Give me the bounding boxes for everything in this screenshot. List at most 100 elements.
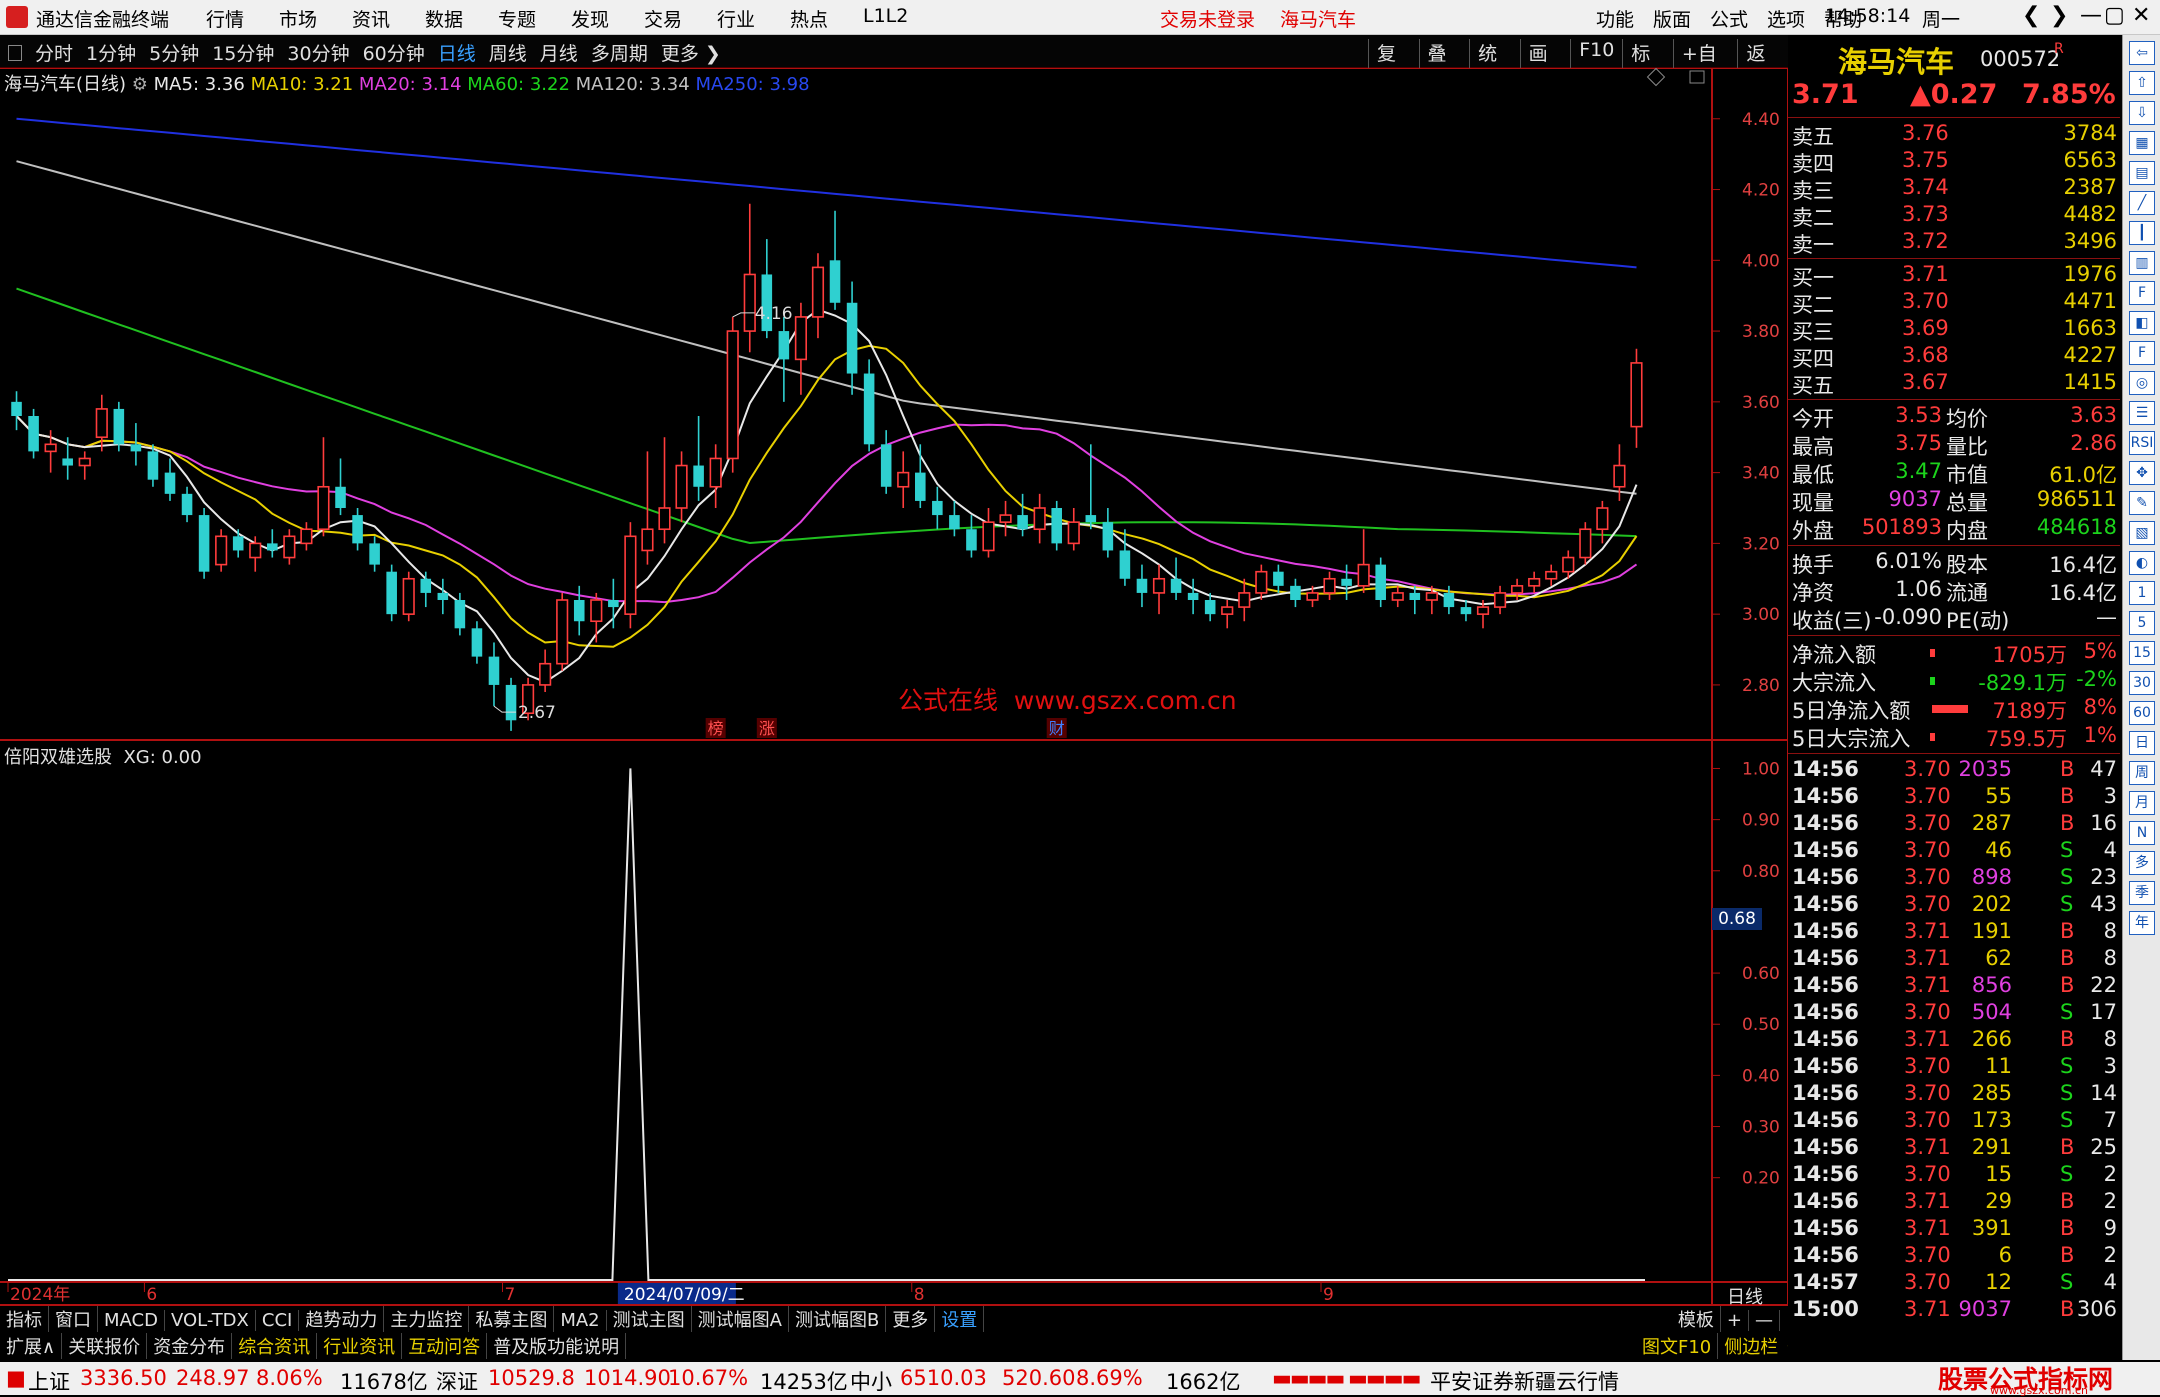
right-menu-0[interactable]: 功能 bbox=[1596, 5, 1653, 32]
side-icon-21[interactable]: 30 bbox=[2129, 671, 2155, 695]
info-tab-5[interactable]: 互动问答 bbox=[402, 1333, 488, 1359]
candle[interactable] bbox=[1579, 522, 1592, 565]
candle[interactable] bbox=[726, 316, 739, 473]
period-tab-7[interactable]: 周线 bbox=[489, 39, 527, 66]
period-tab-9[interactable]: 多周期 bbox=[591, 39, 648, 66]
side-icon-11[interactable]: ◎ bbox=[2129, 371, 2155, 395]
side-icon-28[interactable]: 季 bbox=[2129, 881, 2155, 905]
period-tab-5[interactable]: 60分钟 bbox=[363, 39, 425, 66]
indicator-tab-10[interactable]: 测试幅图A bbox=[692, 1306, 789, 1332]
candle[interactable] bbox=[624, 522, 637, 629]
side-icon-9[interactable]: ◧ bbox=[2129, 311, 2155, 335]
indicator-tab-12[interactable]: 更多 bbox=[886, 1306, 936, 1332]
side-icon-13[interactable]: RSI bbox=[2129, 431, 2155, 455]
side-tab-0[interactable]: 图文F10 bbox=[1636, 1333, 1719, 1359]
side-icon-14[interactable]: ✥ bbox=[2129, 461, 2155, 485]
side-icon-16[interactable]: ▧ bbox=[2129, 521, 2155, 545]
menu-4[interactable]: 专题 bbox=[498, 5, 571, 32]
maximize-icon[interactable]: ▢ bbox=[2104, 3, 2125, 28]
period-tab-3[interactable]: 15分钟 bbox=[212, 39, 274, 66]
info-tab-3[interactable]: 综合资讯 bbox=[232, 1333, 318, 1359]
side-icon-10[interactable]: F bbox=[2129, 341, 2155, 365]
side-icon-23[interactable]: 日 bbox=[2129, 731, 2155, 755]
candle[interactable] bbox=[113, 401, 125, 452]
menu-5[interactable]: 发现 bbox=[571, 5, 644, 32]
menu-8[interactable]: 热点 bbox=[790, 5, 863, 32]
menu-2[interactable]: 资讯 bbox=[352, 5, 425, 32]
indicator-tab-13[interactable]: 设置 bbox=[935, 1306, 985, 1332]
side-icon-22[interactable]: 60 bbox=[2129, 701, 2155, 725]
back-icon[interactable]: ❮ bbox=[2022, 3, 2040, 28]
side-icon-5[interactable]: ╱ bbox=[2129, 191, 2155, 215]
bids-row[interactable]: 买三 3.69 1663 bbox=[1792, 316, 2117, 344]
login-status[interactable]: 交易未登录 bbox=[1160, 5, 1255, 32]
indicator-tab-0[interactable]: 指标 bbox=[0, 1306, 49, 1332]
forward-icon[interactable]: ❯ bbox=[2050, 3, 2068, 28]
menu-7[interactable]: 行业 bbox=[717, 5, 790, 32]
close-icon[interactable]: ✕ bbox=[2132, 3, 2150, 28]
side-icon-7[interactable]: ▥ bbox=[2129, 251, 2155, 275]
indicator-tab-6[interactable]: 主力监控 bbox=[384, 1306, 470, 1332]
side-icon-25[interactable]: 月 bbox=[2129, 791, 2155, 815]
side-icon-3[interactable]: ▦ bbox=[2129, 131, 2155, 155]
candle[interactable] bbox=[402, 571, 415, 622]
bids-row[interactable]: 买二 3.70 4471 bbox=[1792, 289, 2117, 317]
candle[interactable] bbox=[556, 592, 569, 671]
indicator-tab-7[interactable]: 私募主图 bbox=[469, 1306, 555, 1332]
indicator-tab-4[interactable]: CCI bbox=[256, 1310, 300, 1331]
side-icon-29[interactable]: 年 bbox=[2129, 911, 2155, 935]
menu-6[interactable]: 交易 bbox=[644, 5, 717, 32]
period-tab-10[interactable]: 更多 ❯ bbox=[661, 39, 721, 66]
template-tab-0[interactable]: 模板 bbox=[1672, 1306, 1721, 1332]
info-tab-1[interactable]: 关联报价 bbox=[62, 1333, 148, 1359]
menu-0[interactable]: 行情 bbox=[206, 5, 279, 32]
side-icon-17[interactable]: ◐ bbox=[2129, 551, 2155, 575]
side-icon-4[interactable]: ▤ bbox=[2129, 161, 2155, 185]
bids-row[interactable]: 买四 3.68 4227 bbox=[1792, 343, 2117, 371]
side-icon-2[interactable]: ⇩ bbox=[2129, 101, 2155, 125]
indicator-tab-5[interactable]: 趋势动力 bbox=[299, 1306, 385, 1332]
info-tab-6[interactable]: 普及版功能说明 bbox=[487, 1333, 627, 1359]
candle[interactable] bbox=[28, 408, 39, 459]
template-tab-1[interactable]: + bbox=[1721, 1310, 1749, 1331]
candle[interactable] bbox=[1051, 500, 1062, 551]
info-tab-4[interactable]: 行业资讯 bbox=[317, 1333, 403, 1359]
side-icon-12[interactable]: ☰ bbox=[2129, 401, 2155, 425]
indicator-tab-3[interactable]: VOL-TDX bbox=[165, 1310, 256, 1331]
asks-row[interactable]: 卖二 3.73 4482 bbox=[1792, 202, 2117, 230]
zx-label[interactable]: 中小 bbox=[850, 1366, 892, 1396]
info-tab-0[interactable]: 扩展∧ bbox=[0, 1333, 63, 1359]
asks-row[interactable]: 卖一 3.72 3496 bbox=[1792, 229, 2117, 257]
indicator-tab-8[interactable]: MA2 bbox=[554, 1310, 607, 1331]
candle[interactable] bbox=[215, 529, 228, 572]
side-icon-26[interactable]: N bbox=[2129, 821, 2155, 845]
indicator-tab-2[interactable]: MACD bbox=[98, 1310, 165, 1331]
side-icon-1[interactable]: ⇧ bbox=[2129, 71, 2155, 95]
period-tab-1[interactable]: 1分钟 bbox=[86, 39, 136, 66]
period-tab-0[interactable]: 分时 bbox=[35, 39, 73, 66]
side-icon-27[interactable]: 多 bbox=[2129, 851, 2155, 875]
minimize-icon[interactable]: — bbox=[2080, 3, 2102, 28]
panel-toggle-icon[interactable] bbox=[8, 44, 22, 61]
asks-row[interactable]: 卖四 3.75 6563 bbox=[1792, 148, 2117, 176]
side-icon-18[interactable]: 1 bbox=[2129, 581, 2155, 605]
asks-row[interactable]: 卖五 3.76 3784 bbox=[1792, 121, 2117, 149]
asks-row[interactable]: 卖三 3.74 2387 bbox=[1792, 175, 2117, 203]
side-icon-15[interactable]: ✎ bbox=[2129, 491, 2155, 515]
candle[interactable] bbox=[1375, 557, 1386, 608]
indicator-tab-11[interactable]: 测试幅图B bbox=[789, 1306, 887, 1332]
period-tab-2[interactable]: 5分钟 bbox=[149, 39, 199, 66]
settings-icon[interactable]: ⚙ bbox=[132, 74, 148, 95]
indicator-tab-1[interactable]: 窗口 bbox=[49, 1306, 98, 1332]
bids-row[interactable]: 买一 3.71 1976 bbox=[1792, 262, 2117, 290]
indicator-tab-9[interactable]: 测试主图 bbox=[607, 1306, 692, 1332]
period-tab-8[interactable]: 月线 bbox=[540, 39, 578, 66]
candle[interactable] bbox=[386, 564, 397, 622]
sh-label[interactable]: 上证 bbox=[28, 1366, 70, 1396]
sz-label[interactable]: 深证 bbox=[436, 1366, 478, 1396]
template-tab-2[interactable]: — bbox=[1749, 1310, 1780, 1331]
kline-chart[interactable]: 4.40 4.20 4.00 3.80 3.60 3.40 3.20 3.00 2.80 1.0… bbox=[0, 68, 1788, 1306]
menu-1[interactable]: 市场 bbox=[279, 5, 352, 32]
info-tab-2[interactable]: 资金分布 bbox=[147, 1333, 233, 1359]
side-icon-6[interactable]: ┃ bbox=[2129, 221, 2155, 245]
